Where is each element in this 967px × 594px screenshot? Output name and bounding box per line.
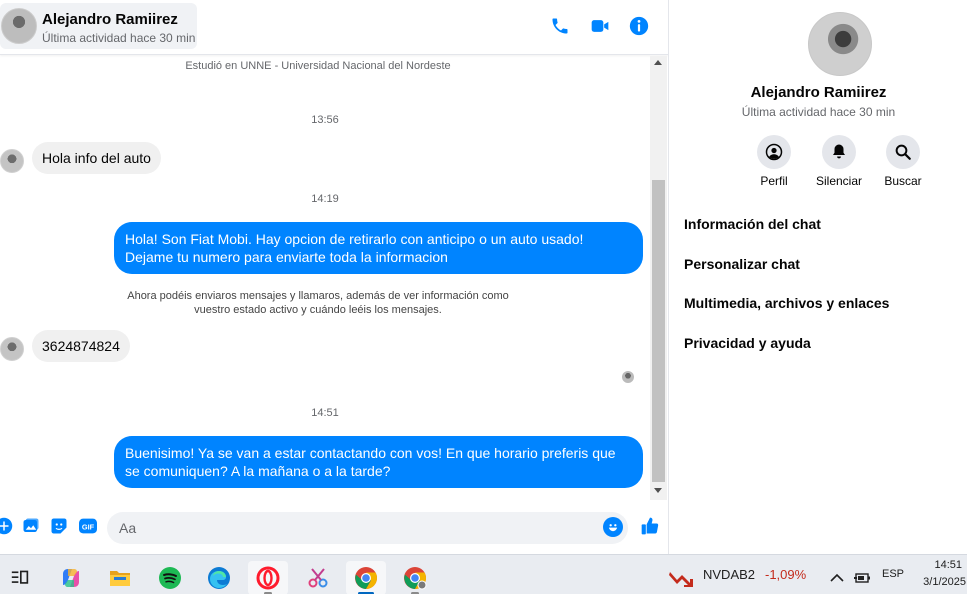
phone-icon[interactable] <box>548 14 572 38</box>
spotify-icon[interactable] <box>150 561 190 594</box>
input-language[interactable]: ESP <box>882 568 904 580</box>
battery-icon[interactable] <box>850 561 874 594</box>
video-call-icon[interactable] <box>588 14 612 38</box>
chat-pane: Alejandro Ramiirez Última actividad hace… <box>0 0 668 554</box>
emoji-icon[interactable] <box>603 517 623 537</box>
system-notice-line: Ahora podéis enviaros mensajes y llamaro… <box>127 290 509 302</box>
menu-chat-info[interactable]: Información del chat <box>684 216 954 232</box>
image-icon[interactable] <box>21 516 41 536</box>
mute-action-button[interactable]: Silenciar <box>807 135 871 188</box>
sender-avatar <box>0 149 24 173</box>
search-icon <box>886 135 920 169</box>
profile-status: Última actividad hace 30 min <box>741 105 896 119</box>
profile-action-label: Perfil <box>760 174 788 188</box>
contact-avatar <box>1 8 37 44</box>
copilot-icon[interactable] <box>51 561 91 594</box>
scroll-up-arrow-icon[interactable] <box>654 60 662 65</box>
windows-taskbar: NVDAB2 -1,09% ESP 14:51 3/1/2025 <box>0 554 967 594</box>
file-explorer-icon[interactable] <box>100 561 140 594</box>
edge-icon[interactable] <box>199 561 239 594</box>
system-notice-line: vuestro estado activo y cuándo leéis los… <box>194 304 442 316</box>
scroll-thumb[interactable] <box>652 180 665 482</box>
search-action-button[interactable]: Buscar <box>871 135 935 188</box>
contact-name: Alejandro Ramiirez <box>42 11 178 28</box>
message-input[interactable] <box>107 512 628 544</box>
stock-symbol[interactable]: NVDAB2 <box>703 567 755 582</box>
clock-time[interactable]: 14:51 <box>926 559 962 571</box>
chrome-profile-icon[interactable] <box>395 561 435 594</box>
snipping-tool-icon[interactable] <box>298 561 338 594</box>
profile-name: Alejandro Ramiirez <box>750 84 887 101</box>
composer-bar: GIF <box>0 506 668 552</box>
info-icon[interactable] <box>627 14 651 38</box>
bell-icon <box>822 135 856 169</box>
stock-change[interactable]: -1,09% <box>765 567 806 582</box>
search-action-label: Buscar <box>884 174 922 188</box>
chat-info-panel: Alejandro Ramiirez Última actividad hace… <box>668 0 967 554</box>
timestamp: 14:19 <box>311 193 339 205</box>
message-bubble-outgoing[interactable]: Buenisimo! Ya se van a estar contactando… <box>114 436 643 488</box>
contact-education-note: Estudió en UNNE - Universidad Nacional d… <box>185 60 451 72</box>
menu-media-files-links[interactable]: Multimedia, archivos y enlaces <box>684 295 954 311</box>
menu-privacy-help[interactable]: Privacidad y ayuda <box>684 335 954 351</box>
message-list: Estudió en UNNE - Universidad Nacional d… <box>0 56 650 500</box>
gif-icon[interactable]: GIF <box>78 516 98 536</box>
message-bubble-outgoing[interactable]: Hola! Son Fiat Mobi. Hay opcion de retir… <box>114 222 643 274</box>
task-view-icon[interactable] <box>0 561 40 594</box>
sender-avatar <box>0 337 24 361</box>
timestamp: 13:56 <box>311 114 339 126</box>
profile-action-button[interactable]: Perfil <box>742 135 806 188</box>
sticker-icon[interactable] <box>49 516 69 536</box>
scroll-down-arrow-icon[interactable] <box>654 488 662 493</box>
system-notice: Ahora podéis enviaros mensajes y llamaro… <box>118 289 518 317</box>
chevron-up-icon[interactable] <box>826 561 848 594</box>
menu-customize-chat[interactable]: Personalizar chat <box>684 256 954 272</box>
profile-avatar[interactable] <box>808 12 872 76</box>
chat-scrollbar[interactable] <box>650 56 667 500</box>
read-receipt-avatar <box>622 371 634 383</box>
contact-status: Última actividad hace 30 min <box>42 31 196 45</box>
chat-header: Alejandro Ramiirez Última actividad hace… <box>0 0 668 55</box>
clock-date[interactable]: 3/1/2025 <box>916 576 966 588</box>
stock-widget-icon[interactable] <box>662 561 702 594</box>
thumbs-up-icon[interactable] <box>639 515 661 537</box>
plus-icon[interactable] <box>0 516 14 536</box>
contact-header-button[interactable]: Alejandro Ramiirez Última actividad hace… <box>0 3 197 49</box>
message-bubble-incoming[interactable]: Hola info del auto <box>32 142 161 174</box>
opera-icon[interactable] <box>248 561 288 594</box>
mute-action-label: Silenciar <box>815 174 863 188</box>
chrome-icon[interactable] <box>346 561 386 594</box>
message-bubble-incoming[interactable]: 3624874824 <box>32 330 130 362</box>
profile-icon <box>757 135 791 169</box>
timestamp: 14:51 <box>311 407 339 419</box>
desktop: Alejandro Ramiirez Última actividad hace… <box>0 0 967 594</box>
gif-label: GIF <box>82 522 95 531</box>
